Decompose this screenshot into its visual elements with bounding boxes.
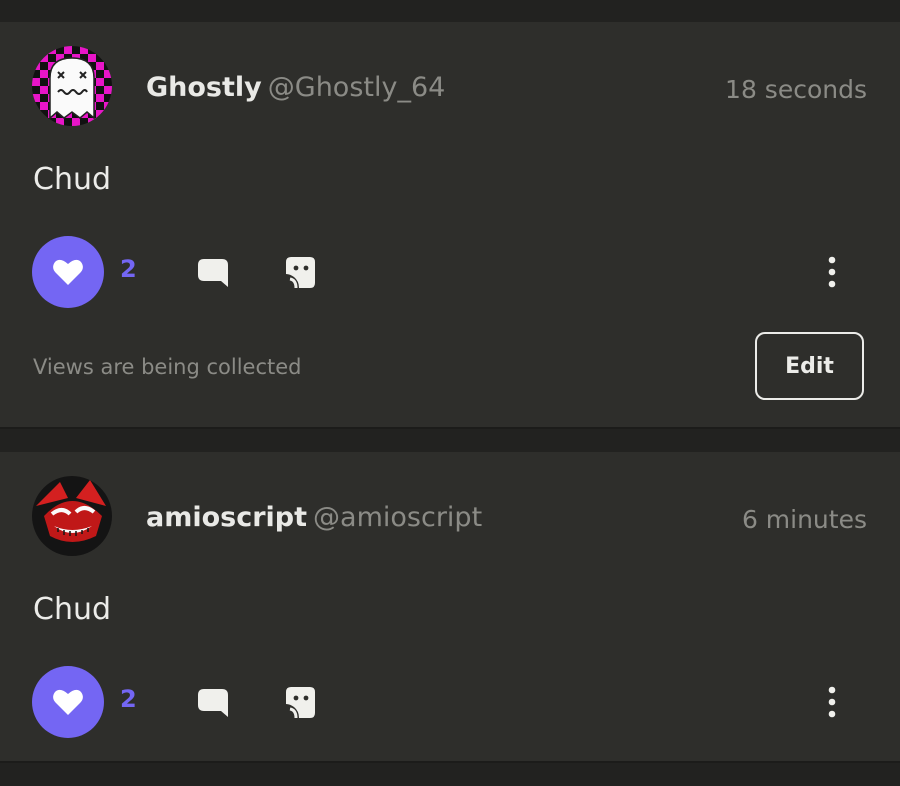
- author-display-name[interactable]: amioscript: [146, 502, 307, 533]
- heart-icon: [53, 259, 83, 285]
- avatar[interactable]: [32, 46, 112, 126]
- post-card: amioscript @amioscript 6 minutes Chud 2: [0, 452, 900, 761]
- reply-button[interactable]: [197, 258, 229, 288]
- author-handle[interactable]: @Ghostly_64: [268, 72, 446, 103]
- ghost-avatar-icon: [32, 46, 112, 126]
- author-display-name[interactable]: Ghostly: [146, 72, 262, 103]
- like-button[interactable]: [32, 666, 104, 738]
- edit-button[interactable]: Edit: [755, 332, 864, 400]
- post-card: Ghostly @Ghostly_64 18 seconds Chud 2 Vie…: [0, 22, 900, 427]
- repost-icon: [286, 257, 315, 289]
- post-author: amioscript @amioscript: [146, 502, 482, 533]
- repost-button[interactable]: [285, 686, 316, 719]
- repost-button[interactable]: [285, 256, 316, 289]
- post-author: Ghostly @Ghostly_64: [146, 72, 445, 103]
- views-status: Views are being collected: [33, 355, 302, 379]
- more-options-button[interactable]: [820, 254, 844, 290]
- more-vertical-icon: [828, 256, 836, 288]
- reply-button[interactable]: [197, 688, 229, 718]
- like-count: 2: [120, 685, 137, 713]
- post-content: Chud: [33, 592, 112, 627]
- repost-icon: [286, 687, 315, 719]
- comment-bubble-icon: [198, 689, 228, 717]
- more-options-button[interactable]: [820, 684, 844, 720]
- like-count: 2: [120, 255, 137, 283]
- post-timestamp: 6 minutes: [741, 505, 867, 534]
- avatar[interactable]: [32, 476, 112, 556]
- post-timestamp: 18 seconds: [725, 75, 867, 104]
- post-content: Chud: [33, 162, 112, 197]
- like-button[interactable]: [32, 236, 104, 308]
- heart-icon: [53, 689, 83, 715]
- comment-bubble-icon: [198, 259, 228, 287]
- author-handle[interactable]: @amioscript: [313, 502, 482, 533]
- more-vertical-icon: [828, 686, 836, 718]
- character-avatar-icon: [32, 476, 112, 556]
